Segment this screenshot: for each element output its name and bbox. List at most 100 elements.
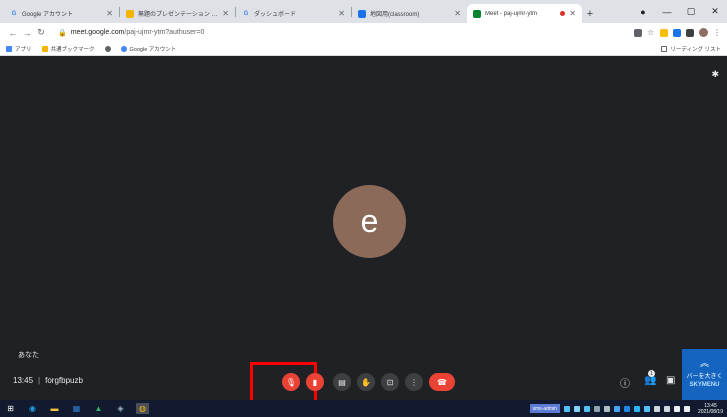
- expand-up-icon: ︽: [699, 358, 709, 368]
- chat-icon[interactable]: ▣: [666, 375, 675, 386]
- tab-title: Google アカウント: [22, 12, 74, 18]
- minimize-icon[interactable]: —: [655, 7, 679, 17]
- camera-off-icon: ▮: [312, 377, 318, 387]
- self-label: あなた: [18, 352, 39, 359]
- skymenu-promo[interactable]: ︽ バーを大きく SKYMENU: [682, 349, 727, 402]
- bookmarks-bar: アプリ 共通ブックマーク Google アカウント リーディング リスト: [0, 42, 727, 56]
- profile-menu-icon[interactable]: ●: [631, 7, 655, 17]
- reading-list-label: リーディング リスト: [670, 46, 721, 53]
- tab-title: 地図用(classroom): [370, 12, 420, 18]
- present-button[interactable]: ⊡: [381, 373, 399, 391]
- bookmark-label: 共通ブックマーク: [50, 46, 95, 53]
- more-options-button[interactable]: ⋮: [405, 373, 423, 391]
- tray-icon[interactable]: [573, 405, 580, 412]
- promo-brand: SKYMENU: [689, 382, 720, 388]
- tray-icon[interactable]: [593, 405, 600, 412]
- avatar[interactable]: [699, 28, 708, 37]
- tray-icon[interactable]: [613, 405, 620, 412]
- meeting-info: 13:45 | forgfbpuzb: [13, 376, 83, 385]
- close-tab-icon[interactable]: ✕: [222, 9, 229, 18]
- meet-stage: ✱ e あなた: [0, 57, 727, 400]
- reload-icon[interactable]: ↻: [34, 27, 48, 38]
- puzzle-icon[interactable]: [686, 28, 694, 37]
- clock-date: 2021/08/19: [697, 408, 723, 415]
- bookmark-shared[interactable]: 共通ブックマーク: [41, 45, 95, 53]
- bookmark-google-account[interactable]: Google アカウント: [120, 45, 177, 53]
- tray-icon[interactable]: [583, 405, 590, 412]
- present-screen-icon: ⊡: [386, 377, 394, 387]
- bookmark-label: Google アカウント: [129, 46, 177, 53]
- browser-toolbar: ← → ↻ 🔒 meet.google.com /paj-ujmr-ytm?au…: [0, 23, 727, 42]
- file-explorer-icon[interactable]: ▬: [48, 403, 61, 414]
- forward-icon[interactable]: →: [20, 28, 34, 38]
- bookmark-globe[interactable]: [104, 45, 111, 52]
- tray-icon[interactable]: [653, 405, 660, 412]
- captions-button[interactable]: ▤: [333, 373, 351, 391]
- close-tab-icon[interactable]: ✕: [454, 9, 461, 18]
- meeting-time: 13:45: [13, 376, 34, 385]
- tray-icon[interactable]: [663, 405, 670, 412]
- raise-hand-button[interactable]: ✋: [357, 373, 375, 391]
- participant-count-badge: 1: [648, 370, 655, 377]
- reading-list[interactable]: リーディング リスト: [661, 45, 721, 53]
- star-icon[interactable]: ☆: [647, 28, 655, 37]
- tray-icon[interactable]: [673, 405, 680, 412]
- url-path: /paj-ujmr-ytm?authuser=0: [124, 29, 205, 36]
- back-icon[interactable]: ←: [6, 28, 20, 38]
- hang-up-icon: ☎: [437, 377, 447, 387]
- tray-icon[interactable]: [643, 405, 650, 412]
- bookmark-apps[interactable]: アプリ: [6, 45, 32, 53]
- pen-extension-icon[interactable]: [673, 28, 681, 37]
- chrome-icon[interactable]: ◍: [136, 403, 149, 414]
- app-icon[interactable]: ◈: [114, 403, 127, 414]
- new-tab-button[interactable]: +: [582, 4, 598, 23]
- close-window-icon[interactable]: ✕: [703, 6, 727, 17]
- close-tab-icon[interactable]: ✕: [569, 9, 576, 18]
- folder-icon: [41, 45, 48, 52]
- camera-button[interactable]: ▮: [306, 373, 324, 391]
- meeting-code: forgfbpuzb: [45, 376, 83, 385]
- tab-google-account[interactable]: G Google アカウント ✕: [4, 4, 119, 23]
- recording-indicator-icon: [560, 11, 566, 16]
- leave-call-button[interactable]: ☎: [429, 373, 455, 391]
- mic-off-icon: 🎙: [285, 377, 297, 387]
- url-host: meet.google.com: [70, 29, 125, 36]
- apps-grid-icon: [6, 45, 12, 52]
- tab-dashboard[interactable]: G ダッシュボード ✕: [236, 4, 351, 23]
- taskbar-clock[interactable]: 13:45 2021/08/19: [698, 403, 723, 415]
- extension-icon[interactable]: [660, 28, 668, 37]
- windows-taskbar: ⊞ ◉ ▬ ▦ ▲ ◈ ◍ sms-admin 13:45 2021/08/19: [0, 400, 727, 417]
- tab-slides[interactable]: 無題のプレゼンテーション - Google ... ✕: [120, 4, 235, 23]
- camera-indicator-icon[interactable]: [634, 28, 642, 37]
- google-favicon-icon: G: [243, 10, 249, 17]
- tab-title: ダッシュボード: [254, 12, 297, 18]
- app-icon[interactable]: ▦: [70, 403, 83, 414]
- maximize-icon[interactable]: ▢: [679, 6, 703, 17]
- globe-icon: [104, 45, 111, 52]
- reading-list-icon: [661, 45, 668, 52]
- participants-button[interactable]: 👥 1: [644, 370, 656, 386]
- edge-icon[interactable]: ◉: [26, 403, 39, 414]
- tray-icon[interactable]: [623, 405, 630, 412]
- meet-control-bar: 13:45 | forgfbpuzb 🎙 ▮ ▤ ✋ ⊡ ⋮ ☎ ⓘ 👥 1 ▣…: [0, 349, 727, 405]
- app-icon[interactable]: ▲: [92, 403, 105, 414]
- avatar: e: [333, 185, 406, 258]
- microphone-button[interactable]: 🎙: [282, 373, 300, 391]
- user-tag[interactable]: sms-admin: [529, 404, 560, 413]
- windows-start-icon[interactable]: ⊞: [4, 403, 17, 414]
- tray-icon[interactable]: [633, 405, 640, 412]
- close-tab-icon[interactable]: ✕: [338, 9, 345, 18]
- tray-icon[interactable]: [603, 405, 610, 412]
- address-bar[interactable]: 🔒 meet.google.com /paj-ujmr-ytm?authuser…: [54, 26, 614, 40]
- pin-icon[interactable]: ✱: [711, 69, 719, 80]
- menu-dots-icon[interactable]: ⋮: [713, 28, 721, 37]
- tray-icon[interactable]: [563, 405, 570, 412]
- close-tab-icon[interactable]: ✕: [106, 9, 113, 18]
- divider: |: [38, 376, 41, 385]
- meeting-details-icon[interactable]: ⓘ: [620, 375, 630, 390]
- tab-classroom[interactable]: 地図用(classroom) ✕: [352, 4, 467, 23]
- volume-icon[interactable]: [683, 405, 690, 412]
- meet-favicon-icon: [473, 9, 481, 18]
- tab-meet[interactable]: Meet - paj-ujmr-ytm ✕: [467, 4, 582, 23]
- lock-icon: 🔒: [58, 29, 67, 37]
